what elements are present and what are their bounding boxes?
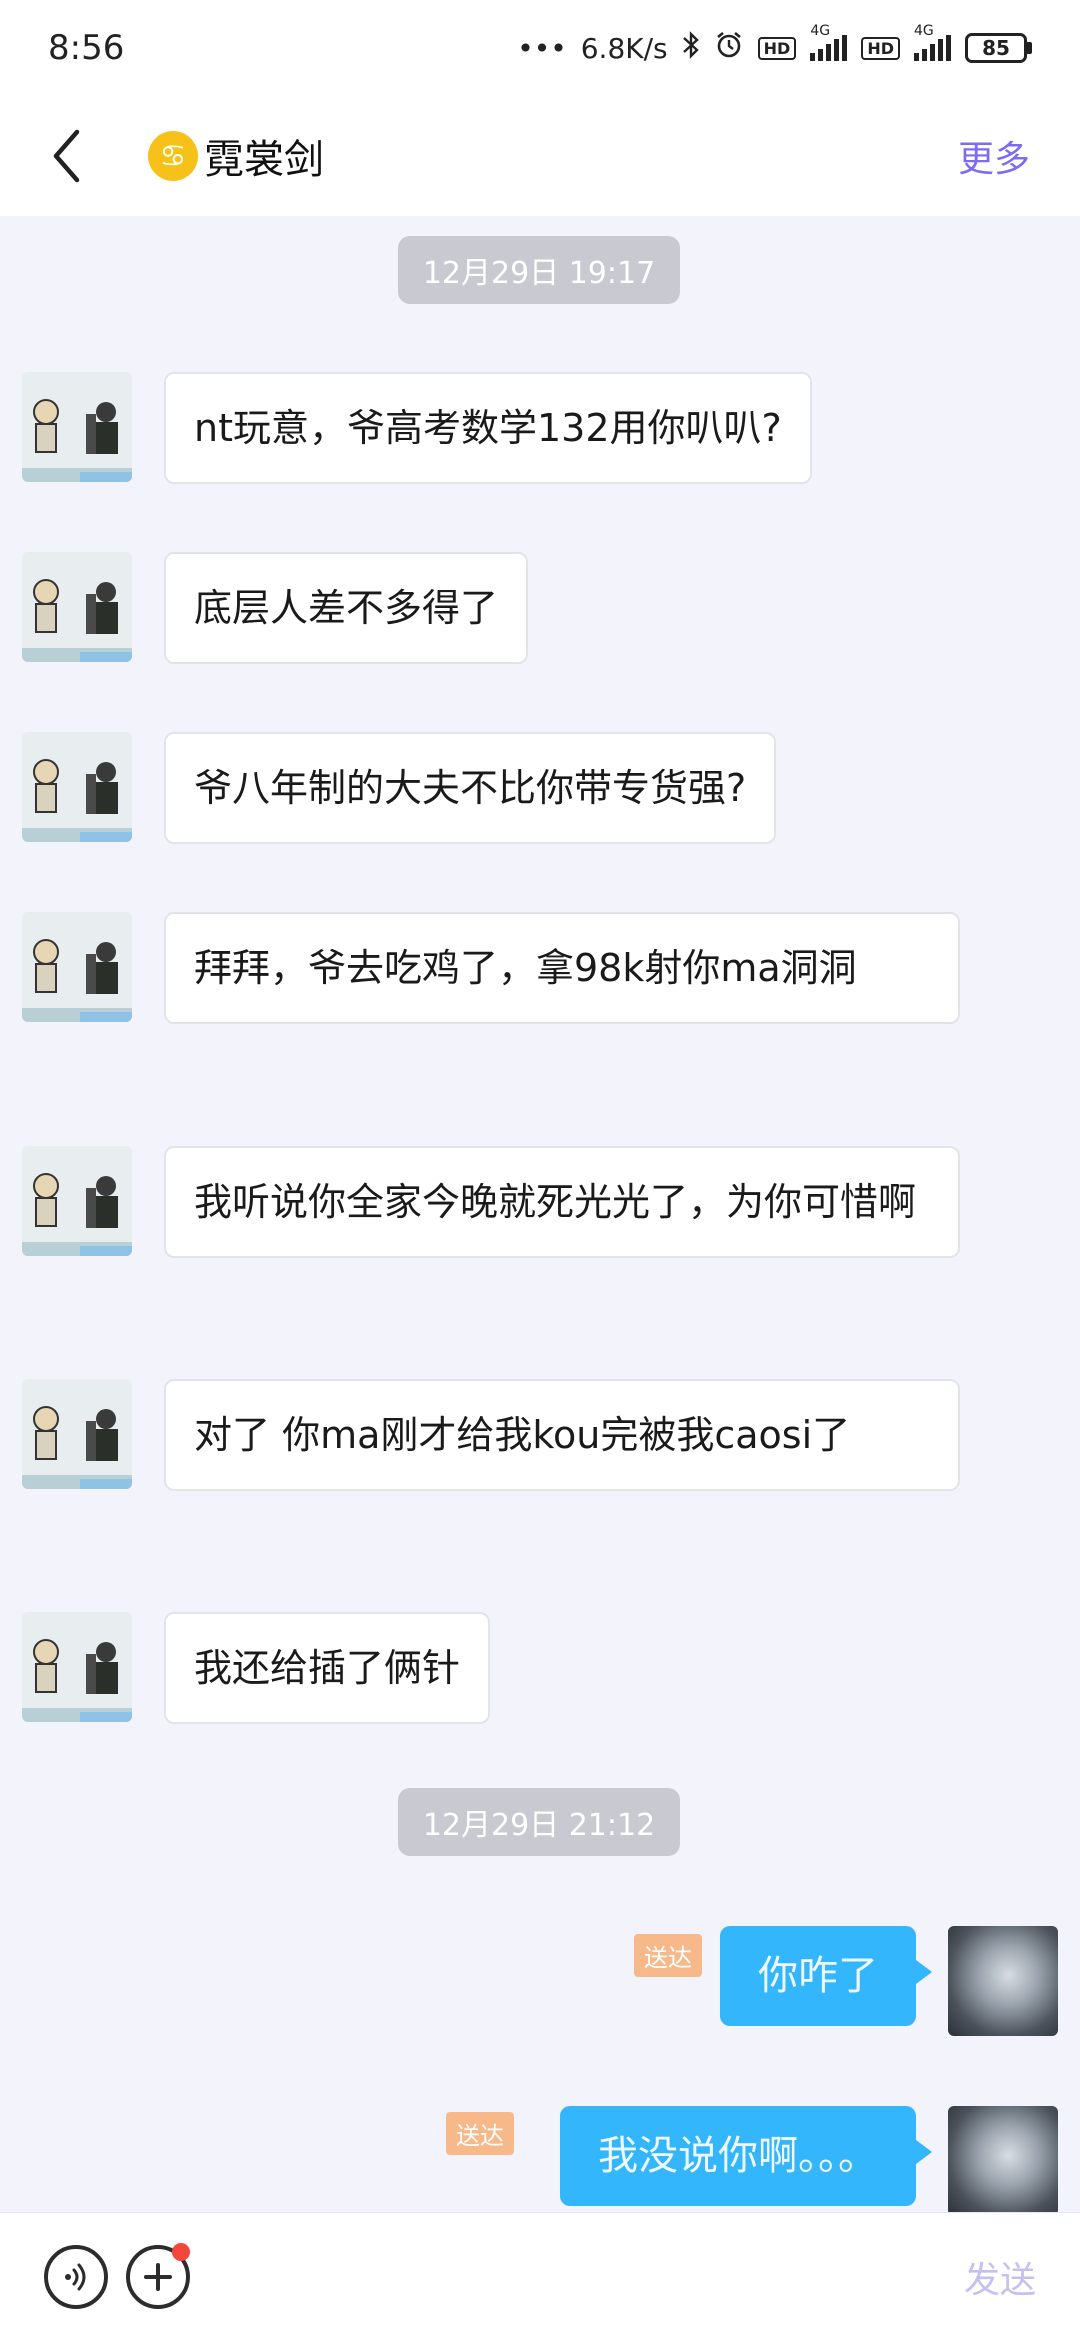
chevron-left-icon: [53, 129, 80, 183]
notification-dot: [172, 2242, 190, 2261]
input-bar: 发送: [0, 2212, 1080, 2340]
net-speed: 6.8K/s: [580, 31, 668, 65]
message-row-outgoing: 你咋了: [720, 1926, 1058, 2036]
message-bubble[interactable]: 我还给插了俩针: [164, 1612, 491, 1724]
message-bubble[interactable]: 对了 你ma刚才给我kou完被我caosi了: [164, 1379, 960, 1491]
message-row-incoming: 对了 你ma刚才给我kou完被我caosi了: [22, 1379, 960, 1491]
delivered-status: 送达: [634, 1934, 702, 1977]
contact-name: 霓裳剑: [204, 137, 324, 183]
message-bubble[interactable]: 底层人差不多得了: [164, 552, 529, 664]
message-row-incoming: 底层人差不多得了: [22, 552, 529, 664]
signal-icon-2: 4G: [914, 23, 951, 61]
message-bubble-outgoing[interactable]: 我没说你啊。。。: [560, 2106, 932, 2206]
contact-avatar[interactable]: [22, 732, 132, 842]
voice-button[interactable]: [44, 2244, 108, 2309]
message-bubble[interactable]: 拜拜，爷去吃鸡了，拿98k射你ma洞洞: [164, 912, 960, 1024]
message-bubble-outgoing[interactable]: 你咋了: [720, 1926, 932, 2026]
plus-icon: [144, 2262, 172, 2291]
add-attachment-button[interactable]: [126, 2242, 190, 2309]
more-button[interactable]: 更多: [958, 130, 1044, 182]
message-row-incoming: 爷八年制的大夫不比你带专货强?: [22, 732, 777, 844]
timestamp-pill: 12月29日 19:17: [398, 236, 680, 304]
timestamp-pill: 12月29日 21:12: [398, 1788, 680, 1856]
message-row-incoming: 拜拜，爷去吃鸡了，拿98k射你ma洞洞: [22, 912, 960, 1024]
more-dots-icon: •••: [517, 31, 567, 65]
send-button[interactable]: 发送: [964, 2251, 1036, 2303]
network-type-1: 4G: [810, 23, 831, 39]
message-row-incoming: 我听说你全家今晚就死光光了，为你可惜啊: [22, 1146, 960, 1258]
battery-level: 85: [965, 33, 1027, 63]
network-type-2: 4G: [914, 23, 934, 39]
contact-avatar[interactable]: [22, 1612, 132, 1722]
my-avatar[interactable]: [948, 1926, 1058, 2036]
contact-avatar[interactable]: [22, 912, 132, 1022]
chat-header: ♋ 霓裳剑 更多: [0, 96, 1080, 216]
contact-avatar[interactable]: [22, 1379, 132, 1489]
hd-icon: HD: [757, 36, 797, 60]
cancer-zodiac-icon: ♋: [148, 131, 198, 181]
back-button[interactable]: [36, 116, 96, 196]
message-bubble[interactable]: nt玩意，爷高考数学132用你叭叭?: [164, 372, 812, 484]
contact-avatar[interactable]: [22, 1146, 132, 1256]
message-row-outgoing: 我没说你啊。。。: [560, 2106, 1058, 2212]
bluetooth-icon: [682, 30, 700, 66]
contact-avatar[interactable]: [22, 552, 132, 662]
status-icons: ••• 6.8K/s HD 4G HD 4G 85: [517, 23, 1032, 67]
status-bar: 8:56 ••• 6.8K/s HD 4G HD 4G 85: [0, 0, 1080, 96]
message-row-incoming: nt玩意，爷高考数学132用你叭叭?: [22, 372, 812, 484]
message-list[interactable]: 12月29日 19:17 nt玩意，爷高考数学132用你叭叭? 底层人差不多得了…: [0, 216, 1080, 2212]
voice-icon: [65, 2263, 86, 2290]
hd-icon-2: HD: [861, 36, 900, 60]
status-time: 8:56: [48, 28, 125, 68]
message-row-incoming: 我还给插了俩针: [22, 1612, 491, 1724]
delivered-status: 送达: [446, 2112, 514, 2155]
alarm-icon: [714, 30, 744, 67]
signal-icon-1: 4G: [810, 23, 848, 61]
my-avatar[interactable]: [948, 2106, 1058, 2212]
message-bubble[interactable]: 我听说你全家今晚就死光光了，为你可惜啊: [164, 1146, 960, 1258]
contact-avatar[interactable]: [22, 372, 132, 482]
message-bubble[interactable]: 爷八年制的大夫不比你带专货强?: [164, 732, 777, 844]
battery-icon: 85: [965, 33, 1032, 63]
